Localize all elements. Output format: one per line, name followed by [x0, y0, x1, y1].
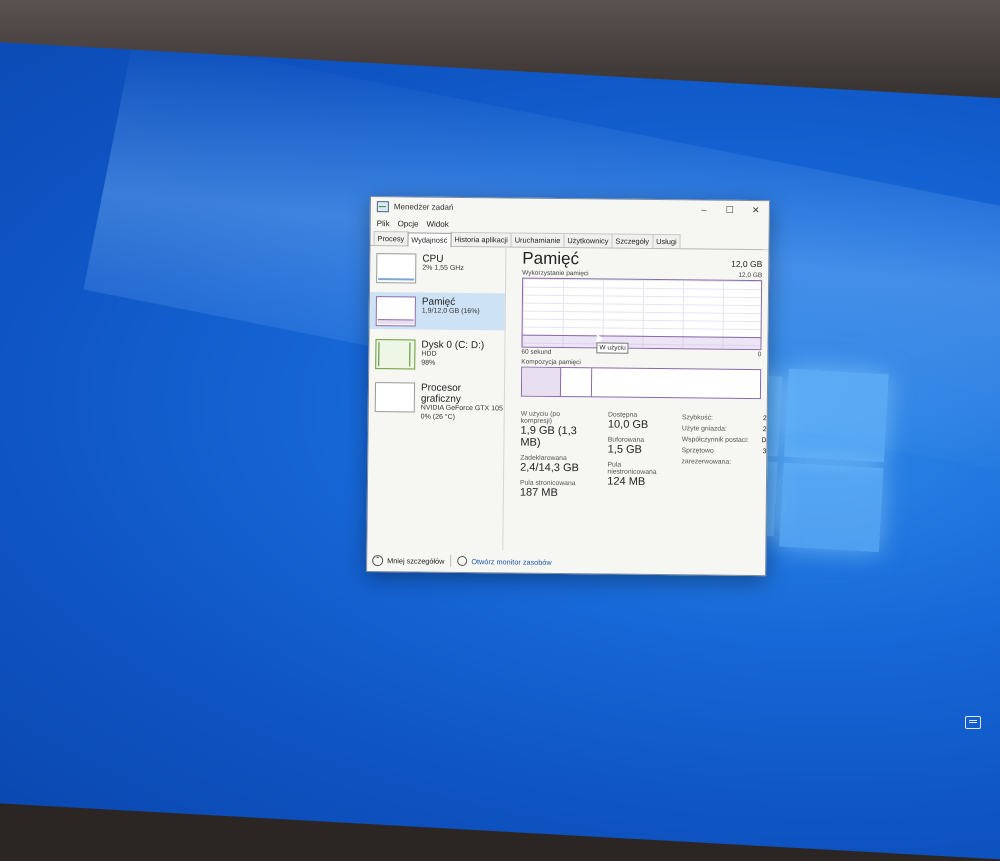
stat-value: 187 MB — [519, 486, 558, 499]
sidebar-item-memory[interactable]: Pamięć 1,9/12,0 GB (16%) — [369, 292, 505, 331]
memory-total: 12,0 GB — [731, 258, 763, 270]
menu-view[interactable]: Widok — [426, 219, 448, 228]
disk-thumbnail-graph — [375, 339, 416, 370]
usage-graph-label: Wykorzystanie pamięci — [522, 269, 589, 278]
tab-users[interactable]: Użytkownicy — [563, 233, 613, 248]
task-manager-window: Menedżer zadań – ☐ ✕ Plik Opcje Widok Pr… — [366, 196, 770, 577]
memory-stats: W użyciu (po kompresji) 1,9 GB (1,3 MB) … — [519, 410, 767, 508]
tab-startup[interactable]: Uruchamianie — [510, 232, 565, 248]
spec-value: 2 — [762, 415, 767, 423]
sidebar-item-disk[interactable]: Dysk 0 (C: D:) HDD 98% — [369, 335, 504, 373]
tab-services[interactable]: Usługi — [652, 233, 681, 249]
spec-label: Użyte gniazda: — [681, 425, 727, 433]
stat-label: Pula niestronicowana — [607, 461, 657, 477]
sidebar-item-detail: 0% (26 °C) — [420, 413, 456, 421]
memory-usage-area — [522, 334, 761, 350]
page-title: Pamięć — [522, 248, 580, 269]
close-button[interactable]: ✕ — [743, 204, 769, 215]
sidebar-item-label: Procesor graficzny — [420, 382, 462, 405]
sidebar-item-label: CPU — [422, 253, 444, 265]
tab-app-history[interactable]: Historia aplikacji — [450, 231, 512, 247]
performance-sidebar: CPU 2% 1,55 GHz Pamięć 1,9/12,0 GB (16%)… — [367, 245, 507, 551]
stat-value: 124 MB — [607, 475, 646, 488]
chevron-up-icon: ⌃ — [372, 554, 384, 566]
footer-divider — [450, 554, 452, 567]
spec-label: Sprzętowo zarezerwowana: — [681, 447, 732, 466]
logo-pane-tr — [784, 368, 889, 463]
tab-processes[interactable]: Procesy — [373, 231, 409, 246]
sidebar-item-detail: NVIDIA GeForce GTX 105 — [420, 404, 503, 413]
window-title: Menedżer zadań — [393, 201, 454, 212]
stat-value: 10,0 GB — [607, 418, 649, 431]
spec-label: Współczynnik postaci: — [681, 436, 749, 444]
spec-value: 3 — [762, 448, 767, 456]
tab-details[interactable]: Szczegóły — [611, 233, 654, 248]
memory-panel: Pamięć 12,0 GB Wykorzystanie pamięci 12,… — [503, 246, 770, 553]
spec-label: Szybkość: — [681, 414, 714, 422]
fewer-details-button[interactable]: Mniej szczegółów — [387, 556, 444, 566]
open-resource-monitor-link[interactable]: Otwórz monitor zasobów — [471, 557, 551, 567]
composition-in-use-segment — [521, 367, 562, 397]
menu-options[interactable]: Opcje — [398, 219, 419, 228]
sidebar-item-label: Dysk 0 (C: D:) — [421, 339, 485, 352]
footer-bar: ⌃ Mniej szczegółów Otwórz monitor zasobó… — [367, 549, 765, 575]
gpu-thumbnail-graph — [374, 382, 416, 413]
minimize-button[interactable]: – — [691, 204, 717, 215]
usage-graph-max: 12,0 GB — [738, 271, 763, 280]
sidebar-item-label: Pamięć — [421, 296, 456, 308]
sidebar-item-gpu[interactable]: Procesor graficzny NVIDIA GeForce GTX 10… — [369, 378, 504, 420]
memory-composition-bar[interactable] — [520, 366, 762, 400]
graph-time-label: 60 sekund — [521, 348, 552, 356]
cpu-thumbnail-graph — [376, 253, 417, 284]
composition-label: Kompozycja pamięci — [521, 358, 581, 367]
stat-value: 1,9 GB (1,3 MB) — [520, 424, 577, 449]
sidebar-item-detail: 98% — [421, 359, 436, 367]
notification-icon[interactable] — [965, 716, 981, 729]
composition-modified-segment — [560, 368, 593, 397]
menu-file[interactable]: Plik — [377, 219, 390, 228]
memory-thumbnail-graph — [375, 296, 416, 327]
graph-tooltip: W użyciu — [596, 342, 629, 354]
logo-pane-br — [779, 462, 884, 553]
stat-value: 2,4/14,3 GB — [520, 461, 579, 475]
spec-value: D — [761, 437, 767, 445]
stat-value: 1,5 GB — [607, 443, 642, 456]
sidebar-item-detail: 1,9/12,0 GB (16%) — [421, 307, 480, 316]
sidebar-item-cpu[interactable]: CPU 2% 1,55 GHz — [370, 249, 505, 287]
memory-usage-graph[interactable]: W użyciu — [521, 277, 763, 354]
sidebar-item-detail: 2% 1,55 GHz — [422, 264, 464, 272]
spec-value: 2 — [762, 426, 767, 434]
resource-monitor-icon — [457, 555, 468, 567]
stat-label: W użyciu (po kompresji) — [520, 410, 561, 425]
maximize-button[interactable]: ☐ — [717, 204, 743, 215]
task-manager-icon — [376, 200, 389, 212]
graph-time-end: 0 — [757, 351, 762, 359]
